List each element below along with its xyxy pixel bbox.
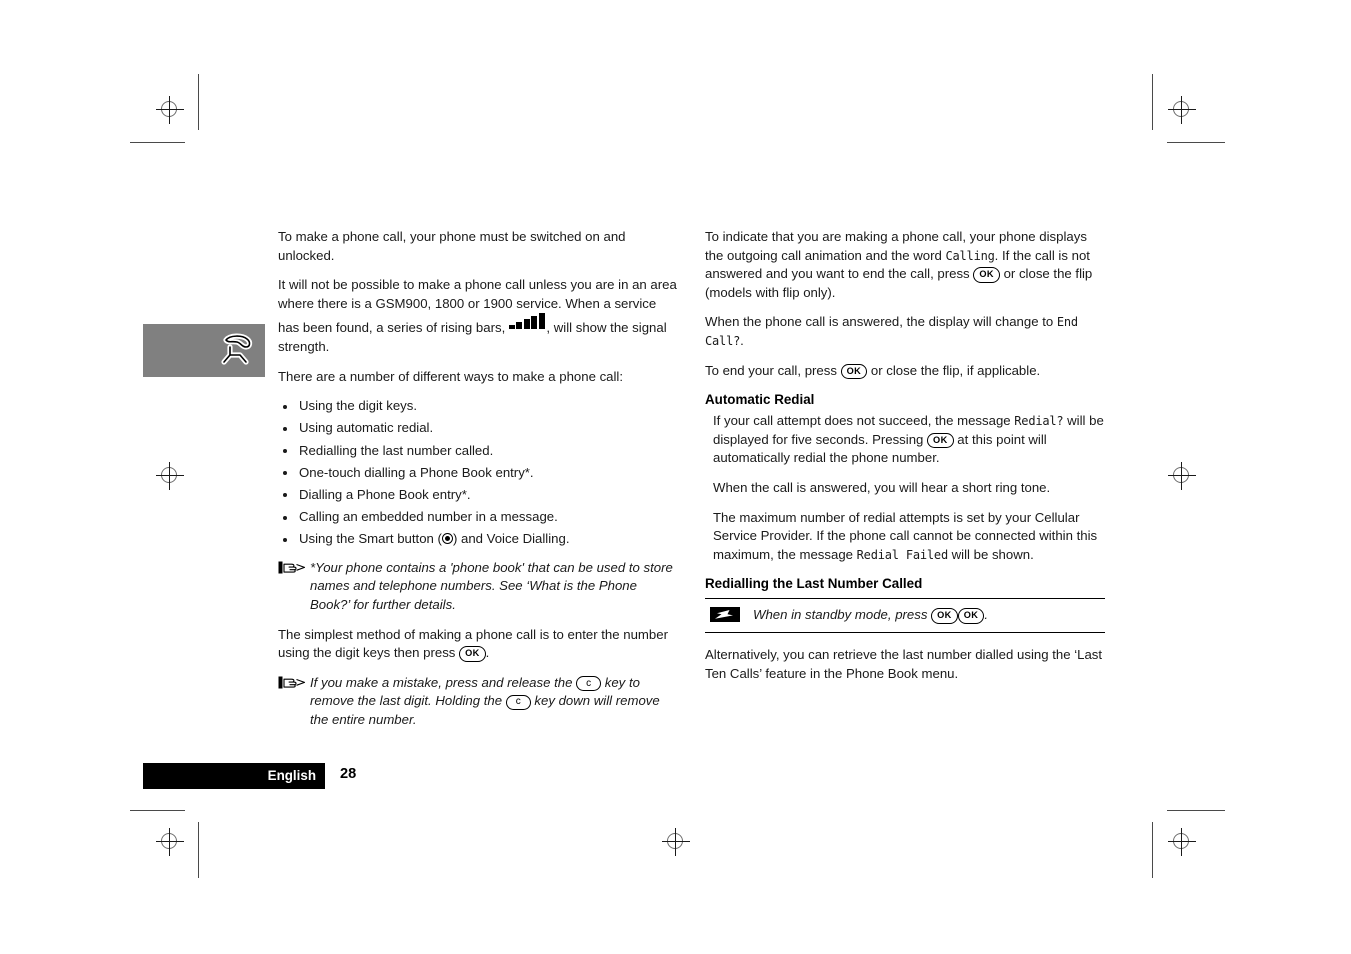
trim-line-bottom-left [130, 810, 185, 811]
paragraph-end-call: To end your call, press OK or close the … [705, 362, 1105, 381]
list-item: Using automatic redial. [278, 419, 678, 438]
list-item-label: Using the digit keys. [299, 398, 418, 414]
clear-key-icon: c [576, 676, 602, 692]
ok-key-icon: OK [927, 432, 954, 449]
list-item-label: Calling an embedded number in a message. [299, 509, 558, 525]
footer-language-label: English [267, 768, 316, 783]
redial-text-1: If your call attempt does not succeed, t… [713, 413, 1015, 429]
registration-mark-middle-left [156, 462, 184, 490]
paragraph-simplest-method: The simplest method of making a phone ca… [278, 626, 678, 663]
registration-mark-middle-right [1168, 462, 1196, 490]
page-number: 28 [340, 766, 357, 782]
list-item: Using the digit keys. [278, 397, 678, 416]
chapter-tab [143, 324, 265, 377]
pointing-hand-icon [278, 675, 306, 690]
trim-line-right-lower [1152, 822, 1153, 878]
bullet-dot-icon [283, 537, 287, 542]
list-item: Redialling the last number called. [278, 442, 678, 461]
list-item: Dialling a Phone Book entry*. [278, 486, 678, 505]
ok-key-icon: OK [931, 608, 958, 624]
bullet-dot-icon [283, 515, 287, 520]
document-page: To make a phone call, your phone must be… [0, 0, 1351, 954]
bullet-dot-icon [283, 426, 287, 431]
answered-text-1: When the phone call is answered, the dis… [705, 314, 1057, 330]
paragraph-ring-tone: When the call is answered, you will hear… [713, 479, 1051, 495]
paragraph-alternatively: Alternatively, you can retrieve the last… [705, 647, 1103, 681]
bullet-dot-icon [283, 471, 287, 476]
ok-key-icon: OK [459, 646, 486, 662]
standby-tip-box: When in standby mode, press OK OK. [705, 598, 1105, 634]
lcd-calling-text: Calling [945, 248, 995, 263]
paragraph-max-attempts: The maximum number of redial attempts is… [713, 509, 1105, 565]
paragraph-redial-prompt: If your call attempt does not succeed, t… [713, 412, 1105, 468]
trim-line-left-lower [198, 822, 199, 878]
trim-line-top-left [130, 142, 185, 143]
list-item-label: Redialling the last number called. [299, 442, 494, 458]
footer-language-bar: English [143, 763, 325, 789]
standby-tip-text: When in standby mode, press OK OK. [705, 606, 1105, 625]
bullet-dot-icon [283, 404, 287, 409]
bullet-dot-icon [283, 449, 287, 454]
phone-handset-icon [220, 333, 256, 367]
smart-button-icon [441, 533, 453, 545]
ok-key-icon: OK [957, 608, 985, 624]
paragraph-call-answered: When the phone call is answered, the dis… [705, 313, 1105, 350]
answered-text-2: . [740, 332, 744, 348]
note-text: *Your phone contains a 'phone book' that… [310, 559, 673, 613]
list-item-label: Using automatic redial. [299, 420, 434, 436]
trim-line-top-right [1167, 142, 1225, 143]
heading-automatic-redial: Automatic Redial [705, 392, 815, 408]
list-item-label-before: Using the Smart button ( [299, 531, 442, 547]
right-text-column: To indicate that you are making a phone … [705, 228, 1105, 695]
signal-strength-bars-icon [508, 313, 547, 330]
ok-key-icon: OK [840, 363, 868, 380]
automatic-redial-body: If your call attempt does not succeed, t… [705, 412, 1105, 564]
registration-mark-top-right [1168, 96, 1196, 124]
note-text-part1: If you make a mistake, press and release… [310, 674, 577, 690]
list-item-label-after: ) and Voice Dialling. [452, 531, 570, 547]
left-text-column: To make a phone call, your phone must be… [278, 228, 678, 741]
bullet-dot-icon [283, 493, 287, 498]
trim-line-right-upper [1152, 74, 1153, 130]
lcd-redial-text: Redial? [1014, 414, 1064, 429]
max-text-2: will be shown. [947, 546, 1034, 562]
registration-mark-bottom-center [662, 828, 690, 856]
tip-text-after: . [984, 607, 988, 623]
paragraph-ways: There are a number of different ways to … [278, 368, 624, 384]
simplest-text-after: . [485, 645, 490, 661]
paragraph-intro: To make a phone call, your phone must be… [278, 229, 626, 263]
paragraph-coverage: It will not be possible to make a phone … [278, 276, 678, 356]
endcall-text-1: To end your call, press [705, 362, 841, 378]
endcall-text-2: or close the flip, if applicable. [867, 362, 1041, 378]
paragraph-indicate-call: To indicate that you are making a phone … [705, 228, 1105, 302]
trim-line-bottom-right [1167, 810, 1225, 811]
registration-mark-bottom-right [1168, 828, 1196, 856]
tip-text-before: When in standby mode, press [753, 607, 932, 623]
list-item-label: One-touch dialling a Phone Book entry*. [299, 464, 534, 480]
lightning-bolt-icon [710, 607, 740, 623]
lcd-redial-failed-text: Redial Failed [856, 547, 949, 562]
list-item: One-touch dialling a Phone Book entry*. [278, 464, 678, 483]
registration-mark-bottom-left [156, 828, 184, 856]
call-methods-list: Using the digit keys. Using automatic re… [278, 397, 678, 549]
trim-line-left-upper [198, 74, 199, 130]
list-item: Calling an embedded number in a message. [278, 508, 678, 527]
pointing-hand-icon [278, 560, 306, 575]
clear-key-icon: c [505, 694, 531, 710]
heading-redialling-last-number: Redialling the Last Number Called [705, 576, 923, 592]
list-item: Using the Smart button ( ) and Voice Dial… [278, 530, 678, 549]
note-phonebook: *Your phone contains a 'phone book' that… [278, 559, 678, 615]
list-item-label: Dialling a Phone Book entry*. [299, 486, 471, 502]
registration-mark-top-left [156, 96, 184, 124]
ok-key-icon: OK [973, 267, 1000, 283]
note-mistake: If you make a mistake, press and release… [278, 674, 678, 730]
